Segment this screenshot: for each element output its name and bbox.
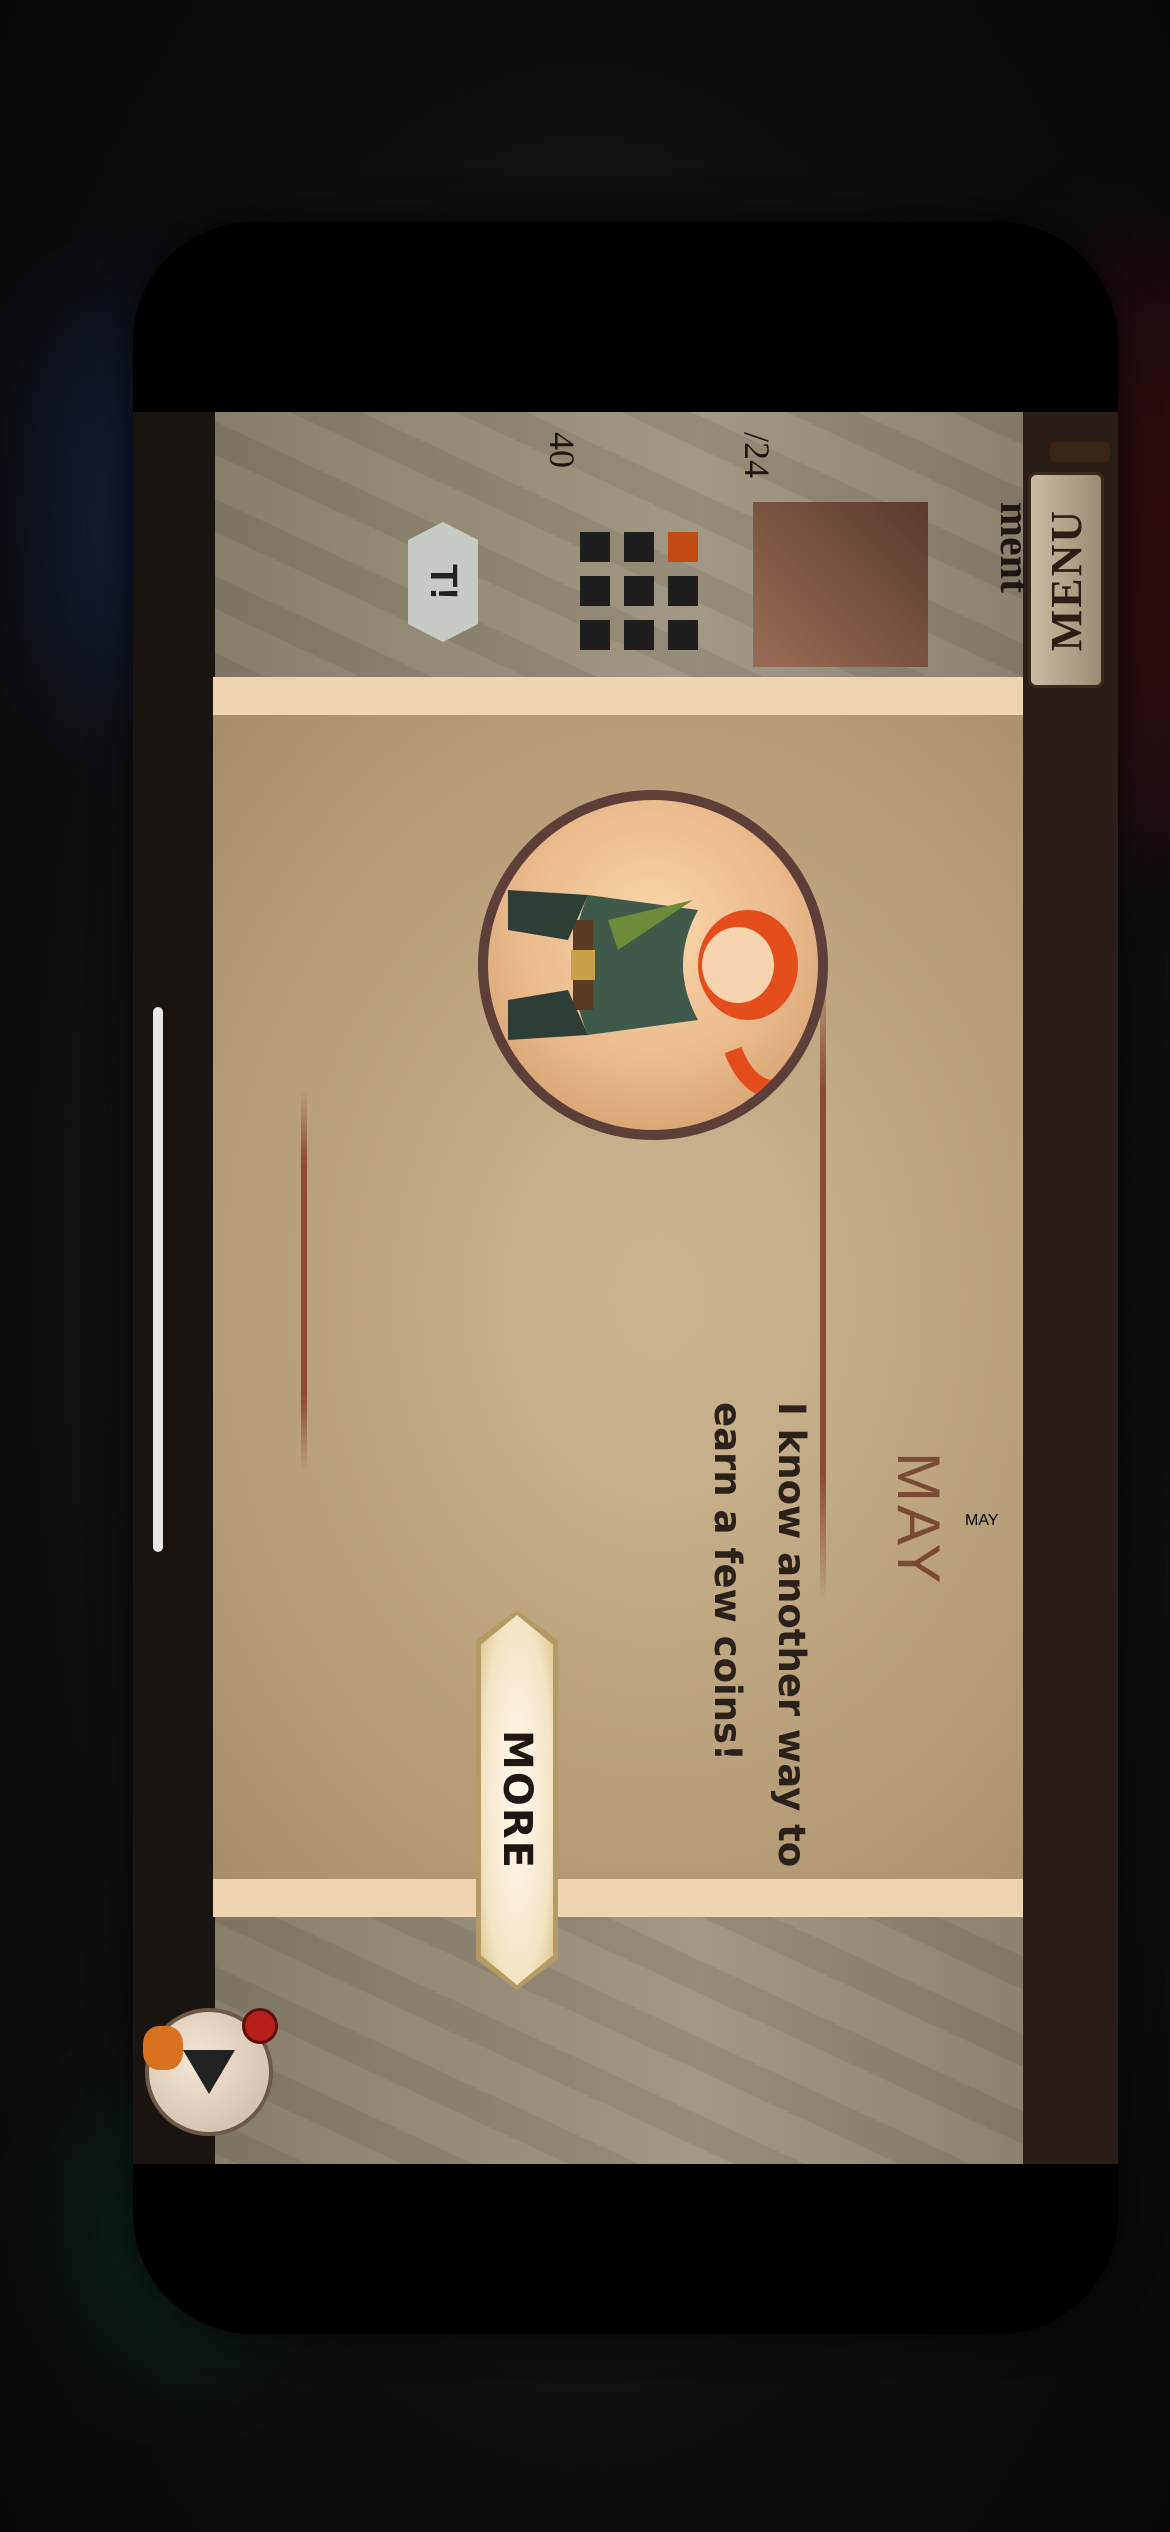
character-portrait: [478, 790, 828, 1140]
phone-frame: MENU ment /24 40 T! MAY MAY I know anoth…: [133, 222, 1118, 2334]
dialog-content: MAY MAY I know another way to earn a few…: [133, 222, 1118, 2334]
may-character-icon: [508, 890, 798, 1099]
dialog-message: I know another way to earn a few coins!: [706, 1402, 813, 1868]
more-button[interactable]: MORE: [481, 1615, 553, 1985]
speaker-name-label: MAY: [885, 1452, 952, 1587]
home-indicator[interactable]: [153, 1007, 163, 1552]
button-rule: [301, 1090, 307, 1470]
